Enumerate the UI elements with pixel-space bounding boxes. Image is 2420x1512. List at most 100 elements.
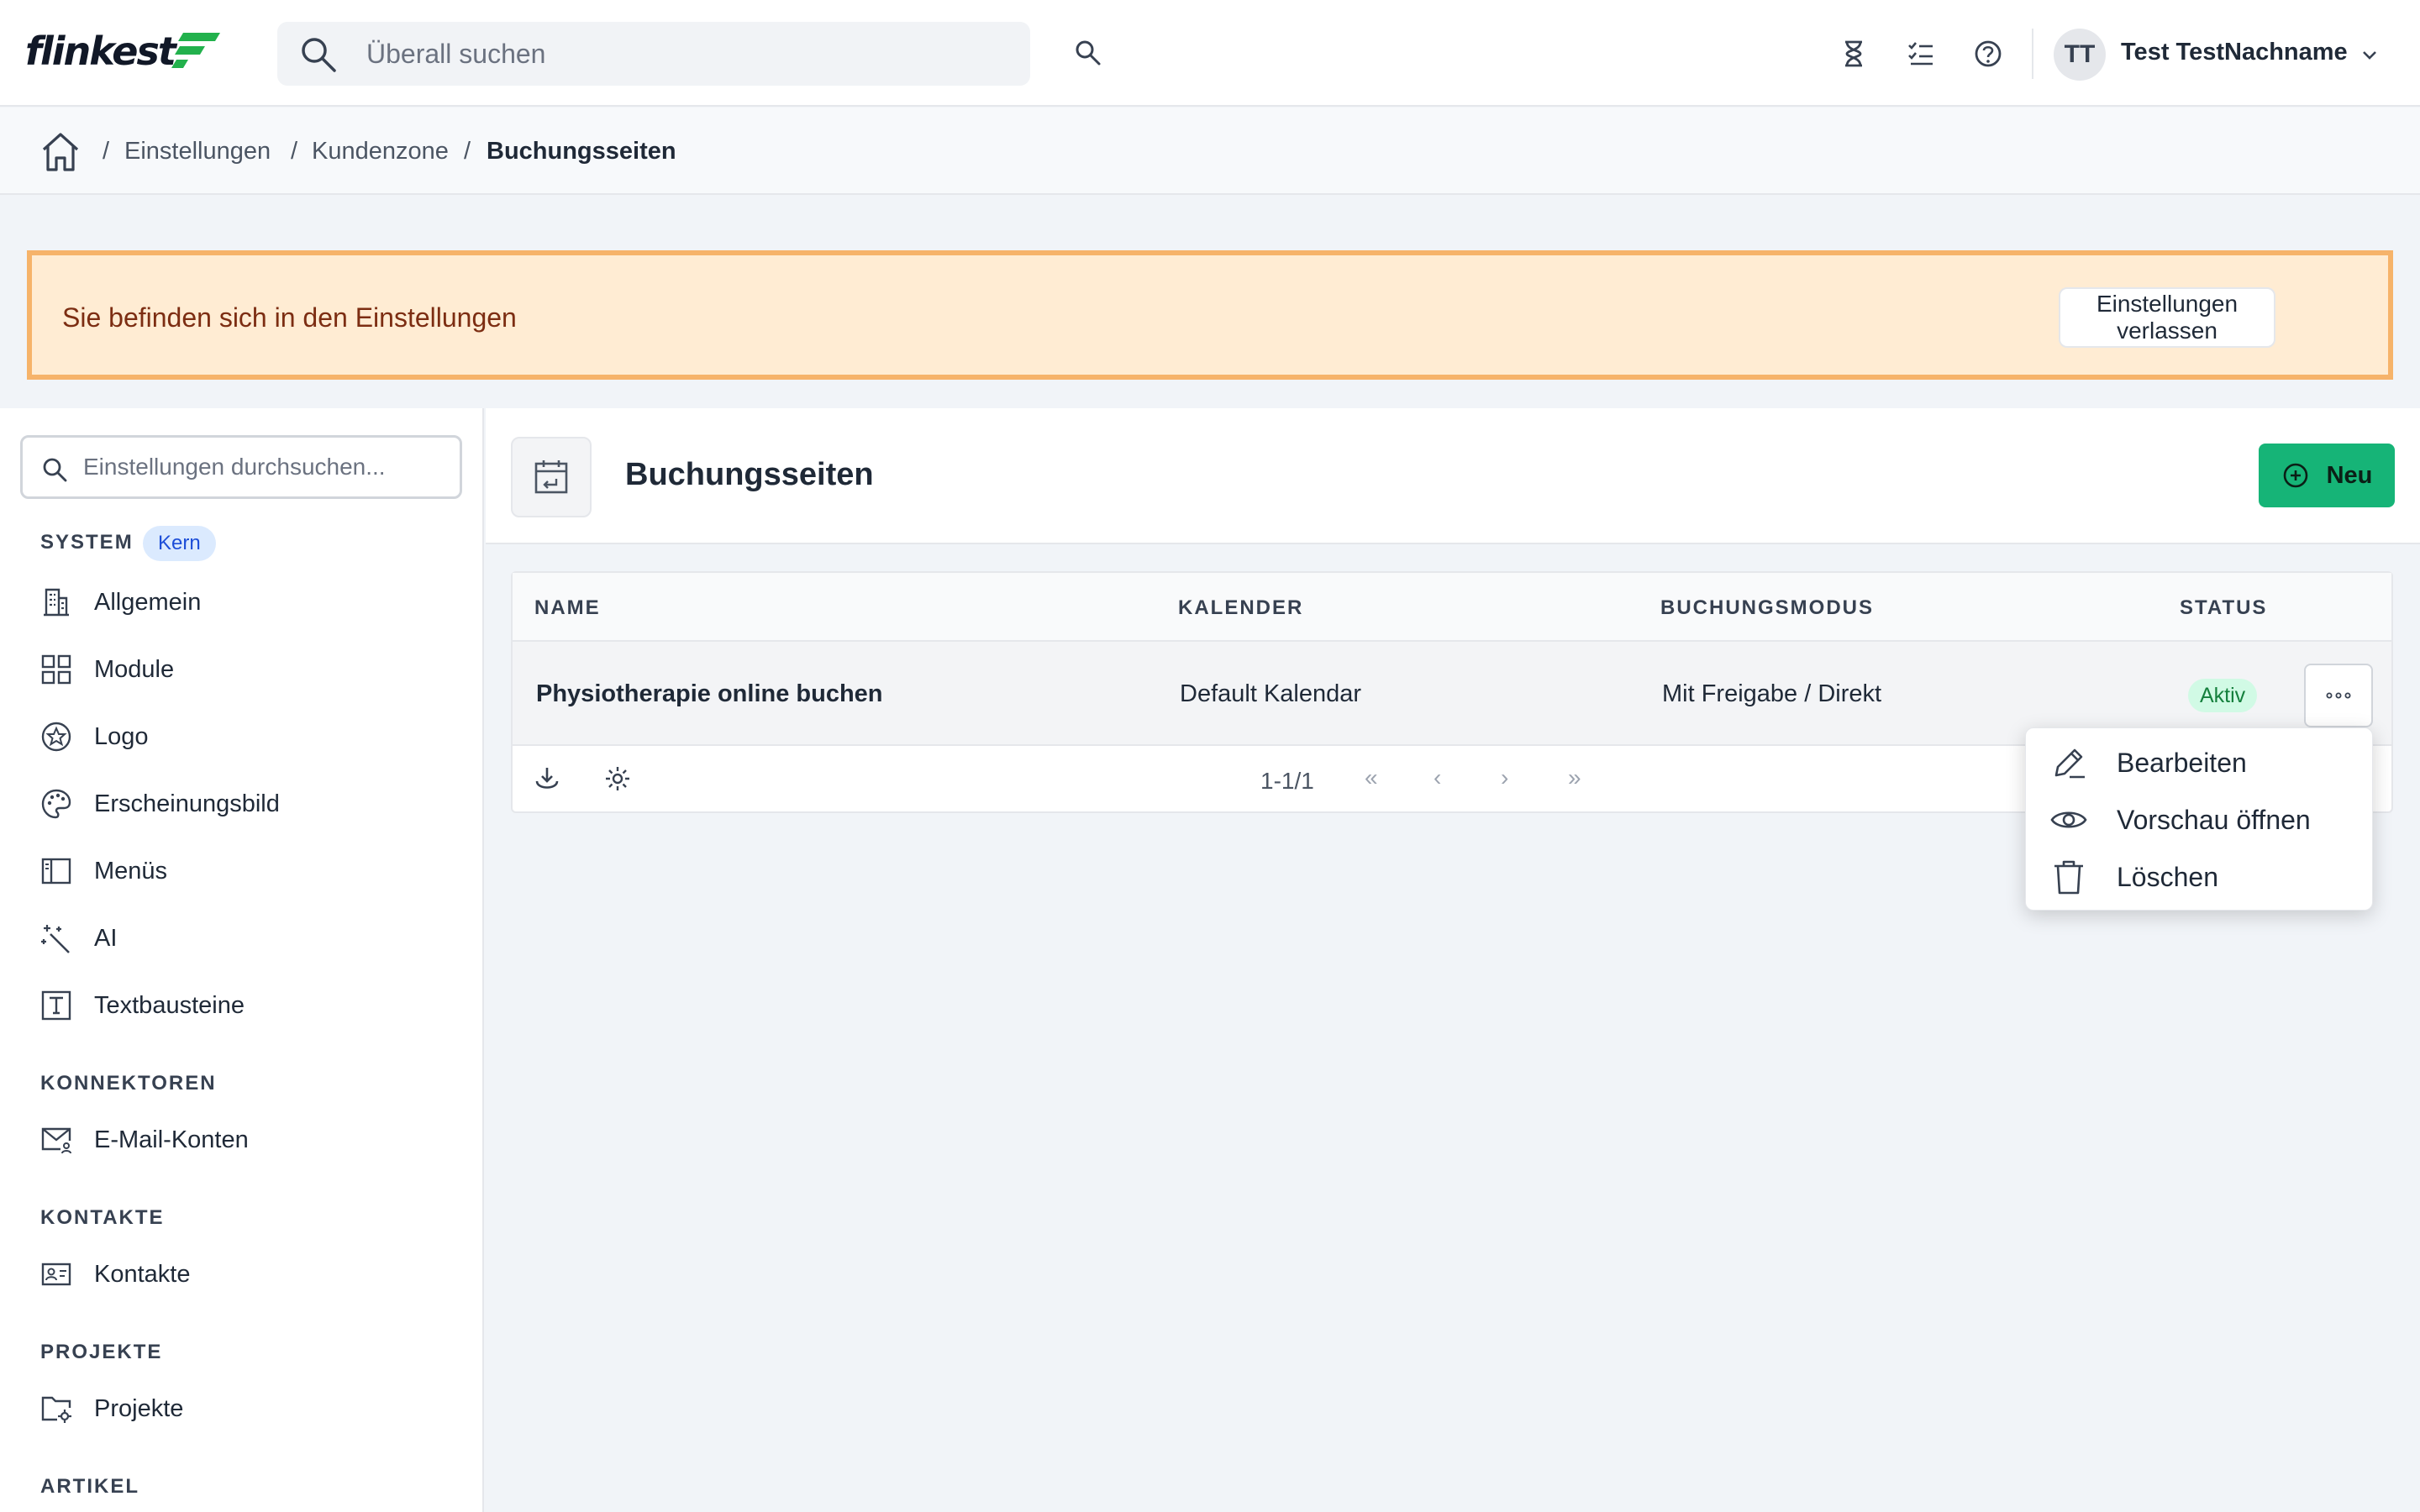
- sidebar-section-projekte: PROJEKTE: [40, 1341, 163, 1363]
- global-search-input[interactable]: [366, 22, 1005, 86]
- menu-item-preview[interactable]: Vorschau öffnen: [2049, 799, 2311, 841]
- first-page-button[interactable]: «: [1365, 764, 1378, 791]
- breadcrumb-separator: /: [103, 138, 110, 165]
- settings-search-box[interactable]: [20, 435, 462, 499]
- breadcrumb: / Einstellungen / Kundenzone / Buchungss…: [0, 108, 2420, 195]
- sidebar-item-email-konten[interactable]: E-Mail-Konten: [40, 1119, 249, 1161]
- avatar[interactable]: TT: [2054, 29, 2106, 81]
- breadcrumb-item-einstellungen[interactable]: Einstellungen: [124, 138, 271, 165]
- building-icon: [44, 588, 69, 617]
- sidebar-item-label: Textbausteine: [94, 991, 245, 1019]
- previous-page-button[interactable]: ‹: [1434, 764, 1441, 791]
- sidebar-section-kontakte: KONTAKTE: [40, 1206, 165, 1229]
- sidebar-item-textbausteine[interactable]: Textbausteine: [40, 984, 245, 1026]
- star-badge-icon: [41, 722, 71, 752]
- leave-settings-button[interactable]: Einstellungen verlassen: [2059, 287, 2275, 348]
- eye-icon: [2050, 811, 2087, 828]
- search-icon: [302, 38, 336, 72]
- breadcrumb-separator: /: [464, 138, 471, 165]
- plus-circle-icon: [2283, 463, 2307, 488]
- sidebar-item-label: Kontakte: [94, 1260, 191, 1288]
- hourglass-icon[interactable]: [1837, 37, 1870, 71]
- menu-item-edit[interactable]: Bearbeiten: [2049, 742, 2247, 784]
- user-name[interactable]: Test TestNachname: [2121, 39, 2348, 66]
- last-page-button[interactable]: »: [1568, 764, 1581, 791]
- sidebar-section-artikel: ARTIKEL: [40, 1475, 139, 1498]
- cell-name[interactable]: Physiotherapie online buchen: [536, 680, 883, 708]
- sidebar-layout-icon: [41, 858, 71, 885]
- pencil-icon: [2054, 748, 2085, 779]
- sidebar-item-label: Logo: [94, 722, 149, 750]
- column-header-status[interactable]: STATUS: [2180, 596, 2267, 620]
- settings-sidebar: SYSTEM Kern Allgemein Module Logo Ersche…: [0, 408, 484, 1512]
- magic-wand-icon: [41, 925, 70, 953]
- chevron-down-icon[interactable]: [2358, 44, 2381, 67]
- cell-calendar: Default Kalendar: [1180, 680, 1362, 707]
- sidebar-item-label: Allgemein: [94, 588, 202, 616]
- search-icon: [43, 458, 67, 482]
- sidebar-item-menues[interactable]: Menüs: [40, 850, 167, 892]
- page-title: Buchungsseiten: [625, 457, 874, 492]
- app-logo[interactable]: flinkest: [25, 29, 222, 74]
- row-actions-button[interactable]: [2304, 664, 2373, 727]
- settings-mode-banner: Sie befinden sich in den Einstellungen E…: [27, 250, 2393, 380]
- banner-message: Sie befinden sich in den Einstellungen: [62, 302, 517, 333]
- menu-item-delete[interactable]: Löschen: [2049, 856, 2218, 898]
- logo-mark-icon: [171, 33, 220, 68]
- trash-icon: [2054, 860, 2083, 895]
- help-icon[interactable]: [1971, 37, 2005, 71]
- mail-user-icon: [41, 1127, 71, 1154]
- home-icon[interactable]: [40, 131, 81, 173]
- sidebar-section-konnektoren: KONNEKTOREN: [40, 1072, 217, 1095]
- sidebar-item-module[interactable]: Module: [40, 648, 174, 690]
- breadcrumb-item-current: Buchungsseiten: [487, 138, 676, 165]
- pagination-info: 1-1/1: [1260, 768, 1314, 794]
- column-header-mode[interactable]: BUCHUNGSMODUS: [1660, 596, 1874, 620]
- column-header-calendar[interactable]: KALENDER: [1178, 596, 1303, 620]
- sidebar-item-allgemein[interactable]: Allgemein: [40, 581, 201, 623]
- settings-gear-icon[interactable]: [603, 764, 632, 793]
- sidebar-section-system: SYSTEM: [40, 531, 134, 554]
- calendar-return-icon: [534, 460, 568, 494]
- page-header: Buchungsseiten Neu: [486, 408, 2420, 544]
- settings-search-input[interactable]: [83, 438, 453, 496]
- sidebar-item-label: Menüs: [94, 857, 168, 885]
- cell-booking-mode: Mit Freigabe / Direkt: [1662, 680, 1882, 707]
- menu-item-label: Vorschau öffnen: [2117, 804, 2311, 835]
- sidebar-item-label: E-Mail-Konten: [94, 1126, 249, 1153]
- breadcrumb-separator: /: [291, 138, 298, 165]
- top-navigation-bar: flinkest TT Test TestNachname: [0, 0, 2420, 107]
- row-actions-menu: Bearbeiten Vorschau öffnen Löschen: [2025, 727, 2373, 911]
- sidebar-item-label: Projekte: [94, 1394, 184, 1422]
- logo-wordmark: flinkest: [25, 29, 176, 74]
- breadcrumb-item-kundenzone[interactable]: Kundenzone: [312, 138, 449, 165]
- sidebar-item-logo[interactable]: Logo: [40, 716, 149, 758]
- new-button-label: Neu: [2326, 461, 2373, 489]
- contact-card-icon: [41, 1263, 71, 1286]
- text-block-icon: [41, 990, 71, 1021]
- new-booking-page-button[interactable]: Neu: [2259, 444, 2395, 507]
- menu-item-label: Bearbeiten: [2117, 747, 2247, 778]
- task-list-icon[interactable]: [1904, 37, 1938, 71]
- sidebar-item-projekte[interactable]: Projekte: [40, 1388, 183, 1430]
- search-icon[interactable]: [1072, 37, 1106, 71]
- topbar-divider: [2032, 29, 2033, 79]
- sidebar-item-kontakte[interactable]: Kontakte: [40, 1253, 190, 1295]
- download-icon[interactable]: [533, 764, 561, 793]
- sidebar-item-ai[interactable]: AI: [40, 917, 117, 959]
- global-search-box[interactable]: [277, 22, 1030, 86]
- menu-item-label: Löschen: [2117, 861, 2218, 892]
- sidebar-item-label: AI: [94, 924, 118, 952]
- palette-icon: [41, 789, 71, 819]
- folder-gear-icon: [41, 1396, 71, 1423]
- sidebar-item-label: Erscheinungsbild: [94, 790, 280, 817]
- next-page-button[interactable]: ›: [1501, 764, 1508, 791]
- column-header-name[interactable]: NAME: [534, 596, 601, 620]
- more-horizontal-icon: [2326, 692, 2351, 699]
- table-header: NAME KALENDER BUCHUNGSMODUS STATUS: [513, 573, 2391, 642]
- sidebar-item-label: Module: [94, 655, 175, 683]
- core-badge: Kern: [143, 526, 216, 561]
- grid-icon: [41, 654, 71, 685]
- sidebar-item-erscheinungsbild[interactable]: Erscheinungsbild: [40, 783, 280, 825]
- page-icon-box: [511, 437, 592, 517]
